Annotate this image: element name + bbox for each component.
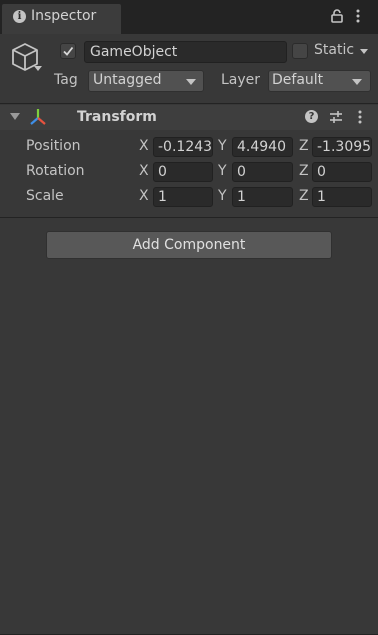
axis-y-label[interactable]: Y — [218, 163, 227, 179]
foldout-arrow-icon[interactable] — [10, 113, 20, 120]
tag-label: Tag — [54, 72, 78, 88]
active-toggle-checkbox[interactable] — [60, 43, 76, 59]
position-x-field[interactable]: -0.1243 — [153, 137, 213, 157]
axis-y-label[interactable]: Y — [218, 138, 227, 154]
scale-label[interactable]: Scale — [26, 188, 64, 204]
scale-y-field[interactable]: 1 — [232, 187, 293, 207]
checkmark-icon — [63, 46, 74, 56]
object-name-field[interactable]: GameObject — [84, 41, 287, 63]
divider — [0, 103, 378, 104]
divider — [0, 217, 378, 218]
chevron-down-icon — [352, 79, 362, 85]
info-icon: i — [13, 10, 26, 23]
scale-x-field[interactable]: 1 — [153, 187, 213, 207]
kebab-menu-icon[interactable] — [357, 110, 363, 124]
static-checkbox[interactable] — [292, 43, 308, 59]
help-icon[interactable]: ? — [305, 110, 318, 123]
transform-axes-icon — [28, 107, 48, 127]
chevron-down-icon — [186, 79, 196, 85]
rotation-label[interactable]: Rotation — [26, 163, 85, 179]
layer-label: Layer — [221, 72, 261, 88]
tag-dropdown-value: Untagged — [93, 72, 162, 88]
component-title: Transform — [77, 109, 157, 125]
axis-z-label[interactable]: Z — [299, 188, 309, 204]
axis-z-label[interactable]: Z — [299, 138, 309, 154]
tab-title: Inspector — [31, 8, 97, 24]
position-z-field[interactable]: -1.3095 — [312, 137, 372, 157]
position-label[interactable]: Position — [26, 138, 81, 154]
rotation-x-field[interactable]: 0 — [153, 162, 213, 182]
axis-y-label[interactable]: Y — [218, 188, 227, 204]
axis-z-label[interactable]: Z — [299, 163, 309, 179]
static-label[interactable]: Static — [314, 42, 354, 58]
add-component-button[interactable]: Add Component — [46, 231, 332, 259]
axis-x-label[interactable]: X — [139, 188, 149, 204]
presets-icon[interactable] — [329, 110, 343, 124]
static-dropdown-icon[interactable] — [360, 49, 368, 54]
chevron-down-icon[interactable] — [34, 66, 42, 71]
axis-x-label[interactable]: X — [139, 163, 149, 179]
position-y-field[interactable]: 4.4940 — [232, 137, 293, 157]
lock-icon[interactable] — [331, 9, 343, 23]
scale-z-field[interactable]: 1 — [312, 187, 372, 207]
layer-dropdown-value: Default — [272, 72, 324, 88]
kebab-menu-icon[interactable] — [355, 9, 361, 23]
axis-x-label[interactable]: X — [139, 138, 149, 154]
rotation-z-field[interactable]: 0 — [312, 162, 372, 182]
rotation-y-field[interactable]: 0 — [232, 162, 293, 182]
transform-header[interactable] — [0, 105, 378, 130]
